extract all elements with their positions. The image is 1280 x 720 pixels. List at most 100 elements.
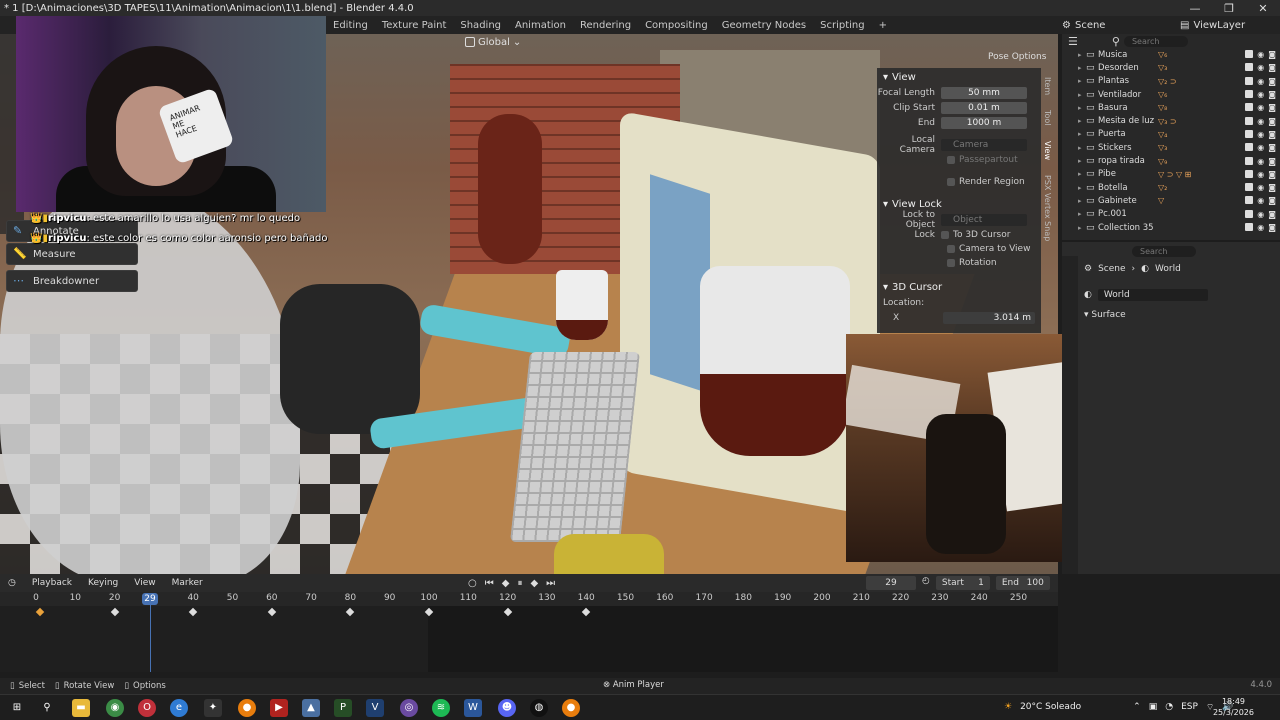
breadcrumb-world[interactable]: World [1155,264,1181,274]
visibility-eye-icon[interactable]: ◉ [1257,103,1264,112]
include-checkbox[interactable] [1245,209,1254,218]
visibility-eye-icon[interactable]: ◉ [1257,196,1264,205]
include-checkbox[interactable] [1245,63,1254,72]
render-region-checkbox[interactable]: Render Region [877,175,1041,189]
photos-icon[interactable]: ▲ [302,699,320,717]
include-checkbox[interactable] [1245,103,1254,112]
video-editor-icon[interactable]: ▶ [270,699,288,717]
visibility-eye-icon[interactable]: ◉ [1257,223,1264,232]
include-checkbox[interactable] [1245,50,1254,59]
keyframe[interactable] [110,607,119,617]
pycharm-icon[interactable]: P [334,699,352,717]
timeline-keyframes[interactable] [0,606,1058,672]
visibility-eye-icon[interactable]: ◉ [1257,77,1264,86]
properties-search-input[interactable]: Search [1132,244,1196,257]
keyframe[interactable] [346,607,355,617]
visibility-eye-icon[interactable]: ◉ [1257,63,1264,72]
search-icon[interactable]: ⚲ [38,699,56,717]
opera-icon[interactable]: O [138,699,156,717]
expand-arrow-icon[interactable]: ▸ [1078,91,1086,99]
expand-arrow-icon[interactable]: ▸ [1078,224,1086,232]
camera-to-view-checkbox[interactable]: Camera to View [877,242,1041,256]
keyframe[interactable] [188,607,198,617]
expand-arrow-icon[interactable]: ▸ [1078,77,1086,85]
scene-selector[interactable]: ⚙ Scene [1062,17,1105,33]
outliner-row[interactable]: ▸ ▭ Desorden ▽₃ ◉ ◙ [1062,61,1280,74]
include-checkbox[interactable] [1245,76,1254,85]
world-name-field[interactable]: World [1097,289,1208,301]
render-camera-icon[interactable]: ◙ [1268,103,1276,112]
render-camera-icon[interactable]: ◙ [1268,183,1276,192]
outliner-display-icon[interactable]: ☰ [1068,35,1078,48]
render-camera-icon[interactable]: ◙ [1268,77,1276,86]
workspace-tab[interactable]: Rendering [573,20,638,31]
outliner-row[interactable]: ▸ ▭ Mesita de luz ▽₃ ⊃ ◉ ◙ [1062,114,1280,127]
expand-arrow-icon[interactable]: ▸ [1078,104,1086,112]
menu-playback[interactable]: Playback [24,578,80,588]
pose-options-dropdown[interactable]: Pose Options [988,52,1046,62]
workspace-tab[interactable]: Texture Paint [375,20,454,31]
include-checkbox[interactable] [1245,183,1254,192]
include-checkbox[interactable] [1245,223,1254,231]
render-camera-icon[interactable]: ◙ [1268,223,1276,232]
rotation-checkbox[interactable]: Rotation [877,256,1041,270]
keyframe[interactable] [267,607,277,617]
keyframe[interactable] [35,607,45,617]
render-camera-icon[interactable]: ◙ [1268,143,1276,152]
expand-arrow-icon[interactable]: ▸ [1078,170,1086,178]
discord-icon[interactable]: ☻ [498,699,516,717]
app-icon[interactable]: ✦ [204,699,222,717]
clock[interactable]: 18:49 25/3/2026 [1213,696,1254,718]
workspace-tab[interactable]: Compositing [638,20,715,31]
jump-end-icon[interactable]: ⏭ [546,578,555,589]
include-checkbox[interactable] [1245,196,1254,205]
render-camera-icon[interactable]: ◙ [1268,157,1276,166]
passepartout-checkbox[interactable]: Passepartout [877,153,1041,167]
jump-start-icon[interactable]: ⏮ [485,578,494,589]
cancel-job-icon[interactable]: ⊗ [603,680,613,690]
render-camera-icon[interactable]: ◙ [1268,63,1276,72]
prev-keyframe-icon[interactable]: ◆ [502,578,510,589]
blender-icon[interactable]: ● [238,699,256,717]
tab-psx-vertex-snap[interactable]: PSX Vertex Snap [1043,168,1052,248]
visibility-eye-icon[interactable]: ◉ [1257,117,1264,126]
tray-app-icon[interactable]: ▣ [1149,702,1158,712]
outliner-row[interactable]: ▸ ▭ Plantas ▽₂ ⊃ ◉ ◙ [1062,75,1280,88]
outliner-row[interactable]: ▸ ▭ Botella ▽₂ ◉ ◙ [1062,181,1280,194]
word-icon[interactable]: W [464,699,482,717]
local-camera-field[interactable]: Camera [941,139,1027,151]
file-explorer-icon[interactable]: ▬ [72,699,90,717]
next-keyframe-icon[interactable]: ◆ [530,578,538,589]
outliner-row[interactable]: ▸ ▭ Basura ▽₈ ◉ ◙ [1062,101,1280,114]
expand-arrow-icon[interactable]: ▸ [1078,117,1086,125]
anim-player-job[interactable]: ⊗ Anim Player [603,680,664,690]
windows-start-icon[interactable]: ⊞ [8,699,26,717]
lock-to-cursor-checkbox[interactable]: Lock To 3D Cursor [877,228,1041,242]
visibility-eye-icon[interactable]: ◉ [1257,157,1264,166]
tray-app-icon[interactable]: ◔ [1165,702,1173,712]
render-camera-icon[interactable]: ◙ [1268,50,1276,59]
outliner-row[interactable]: ▸ ▭ ropa tirada ▽₉ ◉ ◙ [1062,154,1280,167]
tray-expand-icon[interactable]: ⌃ [1133,702,1141,712]
minimize-button[interactable]: — [1178,2,1212,15]
render-camera-icon[interactable]: ◙ [1268,90,1276,99]
weather-text[interactable]: 20°C Soleado [1020,702,1081,712]
render-camera-icon[interactable]: ◙ [1268,196,1276,205]
tool-breakdowner[interactable]: ⋯ Breakdowner [6,270,138,292]
outliner-row[interactable]: ▸ ▭ Puerta ▽₄ ◉ ◙ [1062,128,1280,141]
visibility-eye-icon[interactable]: ◉ [1257,90,1264,99]
maximize-button[interactable]: ❐ [1212,2,1246,15]
visibility-eye-icon[interactable]: ◉ [1257,170,1264,179]
app-icon-2[interactable]: ◎ [400,699,418,717]
outliner-search-input[interactable]: Search [1123,35,1188,47]
end-frame-field[interactable]: End 100 [995,576,1050,590]
current-frame-field[interactable]: 29 [866,576,916,590]
visibility-eye-icon[interactable]: ◉ [1257,183,1264,192]
visual-studio-icon[interactable]: V [366,699,384,717]
3d-cursor-section-header[interactable]: ▾ 3D Cursor [877,278,1041,296]
workspace-tab[interactable]: Editing [326,20,375,31]
include-checkbox[interactable] [1245,169,1254,178]
expand-arrow-icon[interactable]: ▸ [1078,130,1086,138]
chrome-icon[interactable]: ◉ [106,699,124,717]
visibility-eye-icon[interactable]: ◉ [1257,130,1264,139]
